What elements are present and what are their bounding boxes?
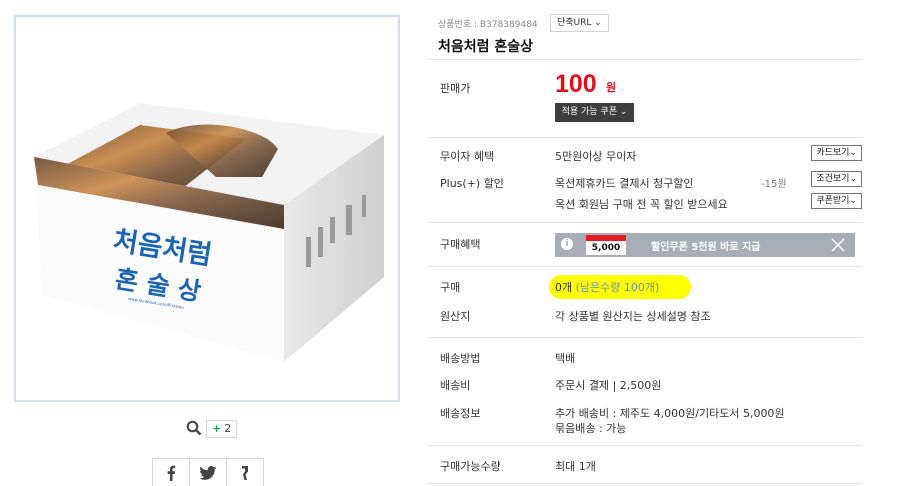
info-icon: i: [561, 238, 573, 250]
shipping-fee-label: 배송비: [440, 379, 471, 392]
coupon-banner-text: 할인쿠폰 5천원 바로 지급: [651, 242, 761, 253]
plus-icon: +: [212, 422, 222, 435]
shipping-info-line2: 묶음배송 : 가능: [555, 422, 627, 435]
chevron-down-icon: ⌄: [849, 174, 857, 184]
quantity-value: 0개: [555, 281, 573, 294]
divider: [428, 222, 862, 223]
divider: [428, 59, 862, 60]
applicable-coupon-button[interactable]: 적용 가능 쿠폰 ⌄: [555, 103, 634, 122]
more-images-button[interactable]: +2: [206, 420, 238, 438]
shipping-fee-value: 주문시 결제 | 2,500원: [555, 379, 662, 392]
zoom-icon[interactable]: [186, 420, 202, 436]
remaining-quantity: (남은수량 100개): [575, 281, 660, 294]
interest-free-label: 무이자 혜택: [440, 150, 495, 163]
coupon-card-image: 5,000: [586, 235, 626, 255]
purchase-limit-value: 최대 1개: [555, 460, 596, 473]
get-coupon-button[interactable]: 쿠폰받기⌄: [811, 193, 862, 209]
divider: [428, 266, 862, 267]
shipping-info-label: 배송정보: [440, 407, 481, 420]
plus-discount-label: Plus(+) 할인: [440, 177, 504, 190]
kakaostory-icon[interactable]: [226, 458, 264, 486]
facebook-icon[interactable]: [152, 458, 190, 486]
chevron-down-icon: ⌄: [594, 18, 602, 28]
product-image[interactable]: 처음처럼 혼 술 상 www.facebook.com/firstsoju: [14, 15, 400, 402]
price-amount: 100: [555, 70, 597, 98]
origin-label: 원산지: [440, 310, 471, 323]
short-url-button[interactable]: 단축URL ⌄: [550, 14, 609, 32]
purchase-quantity: 0개 (남은수량 100개): [555, 279, 659, 295]
chevron-down-icon: ⌄: [619, 107, 628, 117]
card-view-label: 카드보기: [816, 148, 850, 158]
price-unit: 원: [606, 81, 617, 94]
twitter-icon[interactable]: [189, 458, 227, 486]
price-label: 판매가: [440, 82, 471, 95]
applicable-coupon-label: 적용 가능 쿠폰: [561, 107, 617, 117]
shipping-method-value: 택배: [555, 352, 576, 365]
more-images-count: 2: [224, 422, 232, 435]
page-title: 처음처럼 혼술상: [438, 39, 534, 55]
divider: [428, 337, 862, 338]
member-discount-text: 옥션 회원님 구매 전 꼭 할인 받으세요: [555, 198, 728, 211]
plus-discount-value: 옥션제휴카드 결제시 청구할인: [555, 177, 694, 190]
short-url-label: 단축URL: [557, 18, 592, 28]
shipping-method-label: 배송방법: [440, 352, 481, 365]
product-info-panel: 상품번호 : B378389484 단축URL ⌄ 처음처럼 혼술상 판매가 1…: [428, 0, 862, 486]
get-coupon-label: 쿠폰받기: [816, 196, 850, 206]
condition-view-button[interactable]: 조건보기⌄: [811, 171, 862, 187]
purchase-limit-label: 구매가능수량: [440, 460, 501, 473]
chevron-down-icon: ⌄: [849, 196, 857, 206]
purchase-benefit-label: 구매혜택: [440, 238, 481, 251]
product-number: 상품번호 : B378389484: [438, 20, 538, 30]
share-buttons: [152, 458, 264, 486]
origin-value: 각 상품별 원산지는 상세설명 참조: [555, 310, 711, 323]
interest-free-value: 5만원이상 무이자: [555, 150, 637, 163]
chevron-down-icon: ⌄: [849, 148, 857, 158]
divider: [428, 483, 862, 484]
product-box-illustration: 처음처럼 혼 술 상 www.facebook.com/firstsoju: [34, 103, 384, 362]
divider: [428, 445, 862, 446]
coupon-banner[interactable]: i 5,000 할인쿠폰 5천원 바로 지급: [555, 233, 855, 257]
condition-view-label: 조건보기: [816, 174, 850, 184]
card-view-button[interactable]: 카드보기⌄: [811, 145, 862, 161]
divider: [428, 137, 862, 138]
shipping-info-line1: 추가 배송비 : 제주도 4,000원/기타도서 5,000원: [555, 407, 785, 420]
close-icon[interactable]: [831, 238, 845, 252]
purchase-label: 구매: [440, 281, 461, 294]
plus-discount-amount: -15원: [761, 179, 787, 190]
